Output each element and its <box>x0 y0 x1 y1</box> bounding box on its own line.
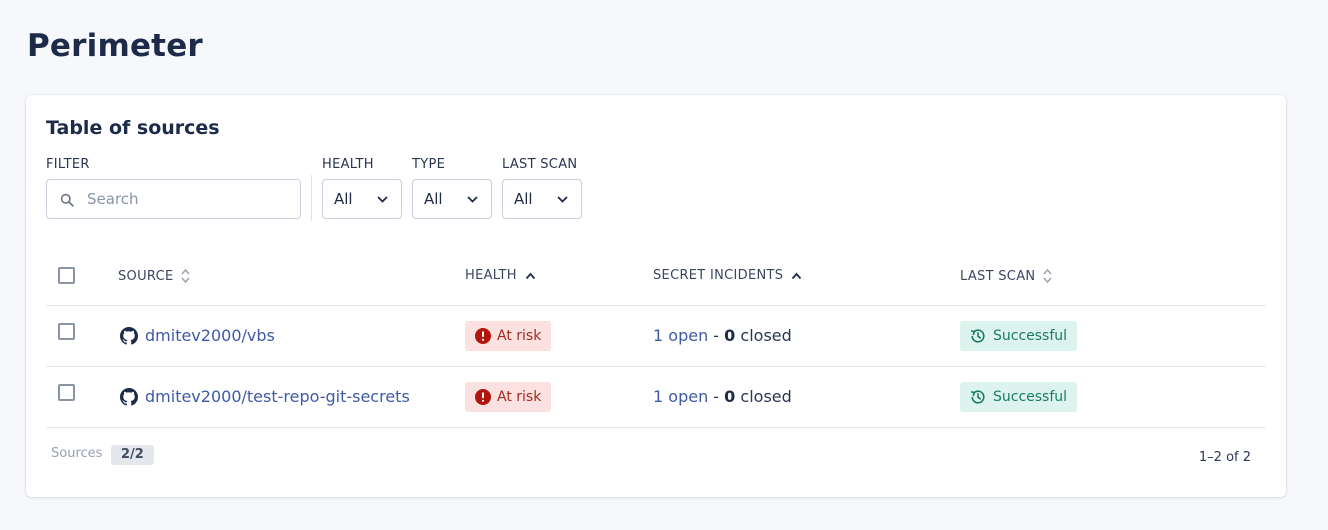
health-select-value: All <box>334 190 353 208</box>
alert-circle-icon <box>475 328 491 344</box>
sort-asc-icon <box>525 272 536 279</box>
github-icon <box>120 326 138 345</box>
sources-count-chip: 2/2 <box>111 445 154 465</box>
chevron-down-icon <box>467 196 478 203</box>
health-badge-label: At risk <box>497 389 542 405</box>
filter-label: FILTER <box>46 157 90 172</box>
sort-icon <box>181 268 191 284</box>
open-label: open <box>668 326 709 345</box>
incidents-separator: - <box>708 387 725 406</box>
open-incidents-link[interactable]: 1 open <box>653 326 708 345</box>
chevron-down-icon <box>557 196 568 203</box>
open-count: 1 <box>653 326 664 345</box>
last-scan-badge: Successful <box>960 382 1078 412</box>
column-secret-incidents-label: SECRET INCIDENTS <box>653 268 784 283</box>
column-source[interactable]: SOURCE <box>118 268 191 284</box>
column-health[interactable]: HEALTH <box>465 268 536 283</box>
source-cell: dmitev2000/test-repo-git-secrets <box>120 387 410 406</box>
source-link[interactable]: dmitev2000/test-repo-git-secrets <box>145 387 410 406</box>
table-row: dmitev2000/test-repo-git-secrets At risk… <box>46 367 1266 428</box>
closed-count: 0 <box>724 387 736 406</box>
column-health-label: HEALTH <box>465 268 517 283</box>
column-secret-incidents[interactable]: SECRET INCIDENTS <box>653 268 802 283</box>
source-cell: dmitev2000/vbs <box>120 326 275 345</box>
health-badge: At risk <box>465 382 552 412</box>
last-scan-badge: Successful <box>960 321 1078 351</box>
table-row: dmitev2000/vbs At risk 1 open - 0 closed… <box>46 306 1266 367</box>
open-count: 1 <box>653 387 664 406</box>
last-scan-badge-label: Successful <box>993 328 1068 344</box>
health-badge: At risk <box>465 321 552 351</box>
type-select-value: All <box>424 190 443 208</box>
secret-incidents-cell: 1 open - 0 closed <box>653 387 792 406</box>
last-scan-select-value: All <box>514 190 533 208</box>
last-scan-select[interactable]: All <box>502 179 582 219</box>
chevron-down-icon <box>377 196 388 203</box>
last-scan-filter-label: LAST SCAN <box>502 157 578 172</box>
open-label: open <box>668 387 709 406</box>
table-header: SOURCE HEALTH SECRET INCIDENTS LAST SCAN <box>46 250 1266 306</box>
secret-incidents-cell: 1 open - 0 closed <box>653 326 792 345</box>
select-all-checkbox[interactable] <box>58 267 75 284</box>
closed-count: 0 <box>724 326 736 345</box>
incidents-separator: - <box>708 326 725 345</box>
alert-circle-icon <box>475 389 491 405</box>
column-last-scan-label: LAST SCAN <box>960 268 1036 284</box>
pagination-info: 1–2 of 2 <box>1198 450 1251 465</box>
open-incidents-link[interactable]: 1 open <box>653 387 708 406</box>
page-title: Perimeter <box>27 28 203 64</box>
closed-label: closed <box>740 326 792 345</box>
sort-icon <box>1043 268 1052 284</box>
github-icon <box>120 387 138 406</box>
history-icon <box>970 390 985 404</box>
closed-label: closed <box>740 387 792 406</box>
type-filter-label: TYPE <box>412 157 446 172</box>
health-filter-label: HEALTH <box>322 157 374 172</box>
health-badge-label: At risk <box>497 328 542 344</box>
column-source-label: SOURCE <box>118 268 174 284</box>
sources-count-label: Sources <box>51 446 103 461</box>
sources-card: Table of sources FILTER HEALTH TYPE LAST… <box>26 95 1286 497</box>
source-link[interactable]: dmitev2000/vbs <box>145 326 275 345</box>
search-icon <box>60 193 74 207</box>
last-scan-badge-label: Successful <box>993 389 1068 405</box>
sort-asc-icon <box>792 272 802 279</box>
search-input[interactable] <box>87 188 287 210</box>
row-checkbox[interactable] <box>58 384 75 401</box>
type-select[interactable]: All <box>412 179 492 219</box>
column-last-scan[interactable]: LAST SCAN <box>960 268 1052 284</box>
history-icon <box>970 329 985 343</box>
filter-divider <box>311 175 312 221</box>
health-select[interactable]: All <box>322 179 402 219</box>
row-checkbox[interactable] <box>58 323 75 340</box>
search-field[interactable] <box>46 179 301 219</box>
card-title: Table of sources <box>46 117 220 139</box>
